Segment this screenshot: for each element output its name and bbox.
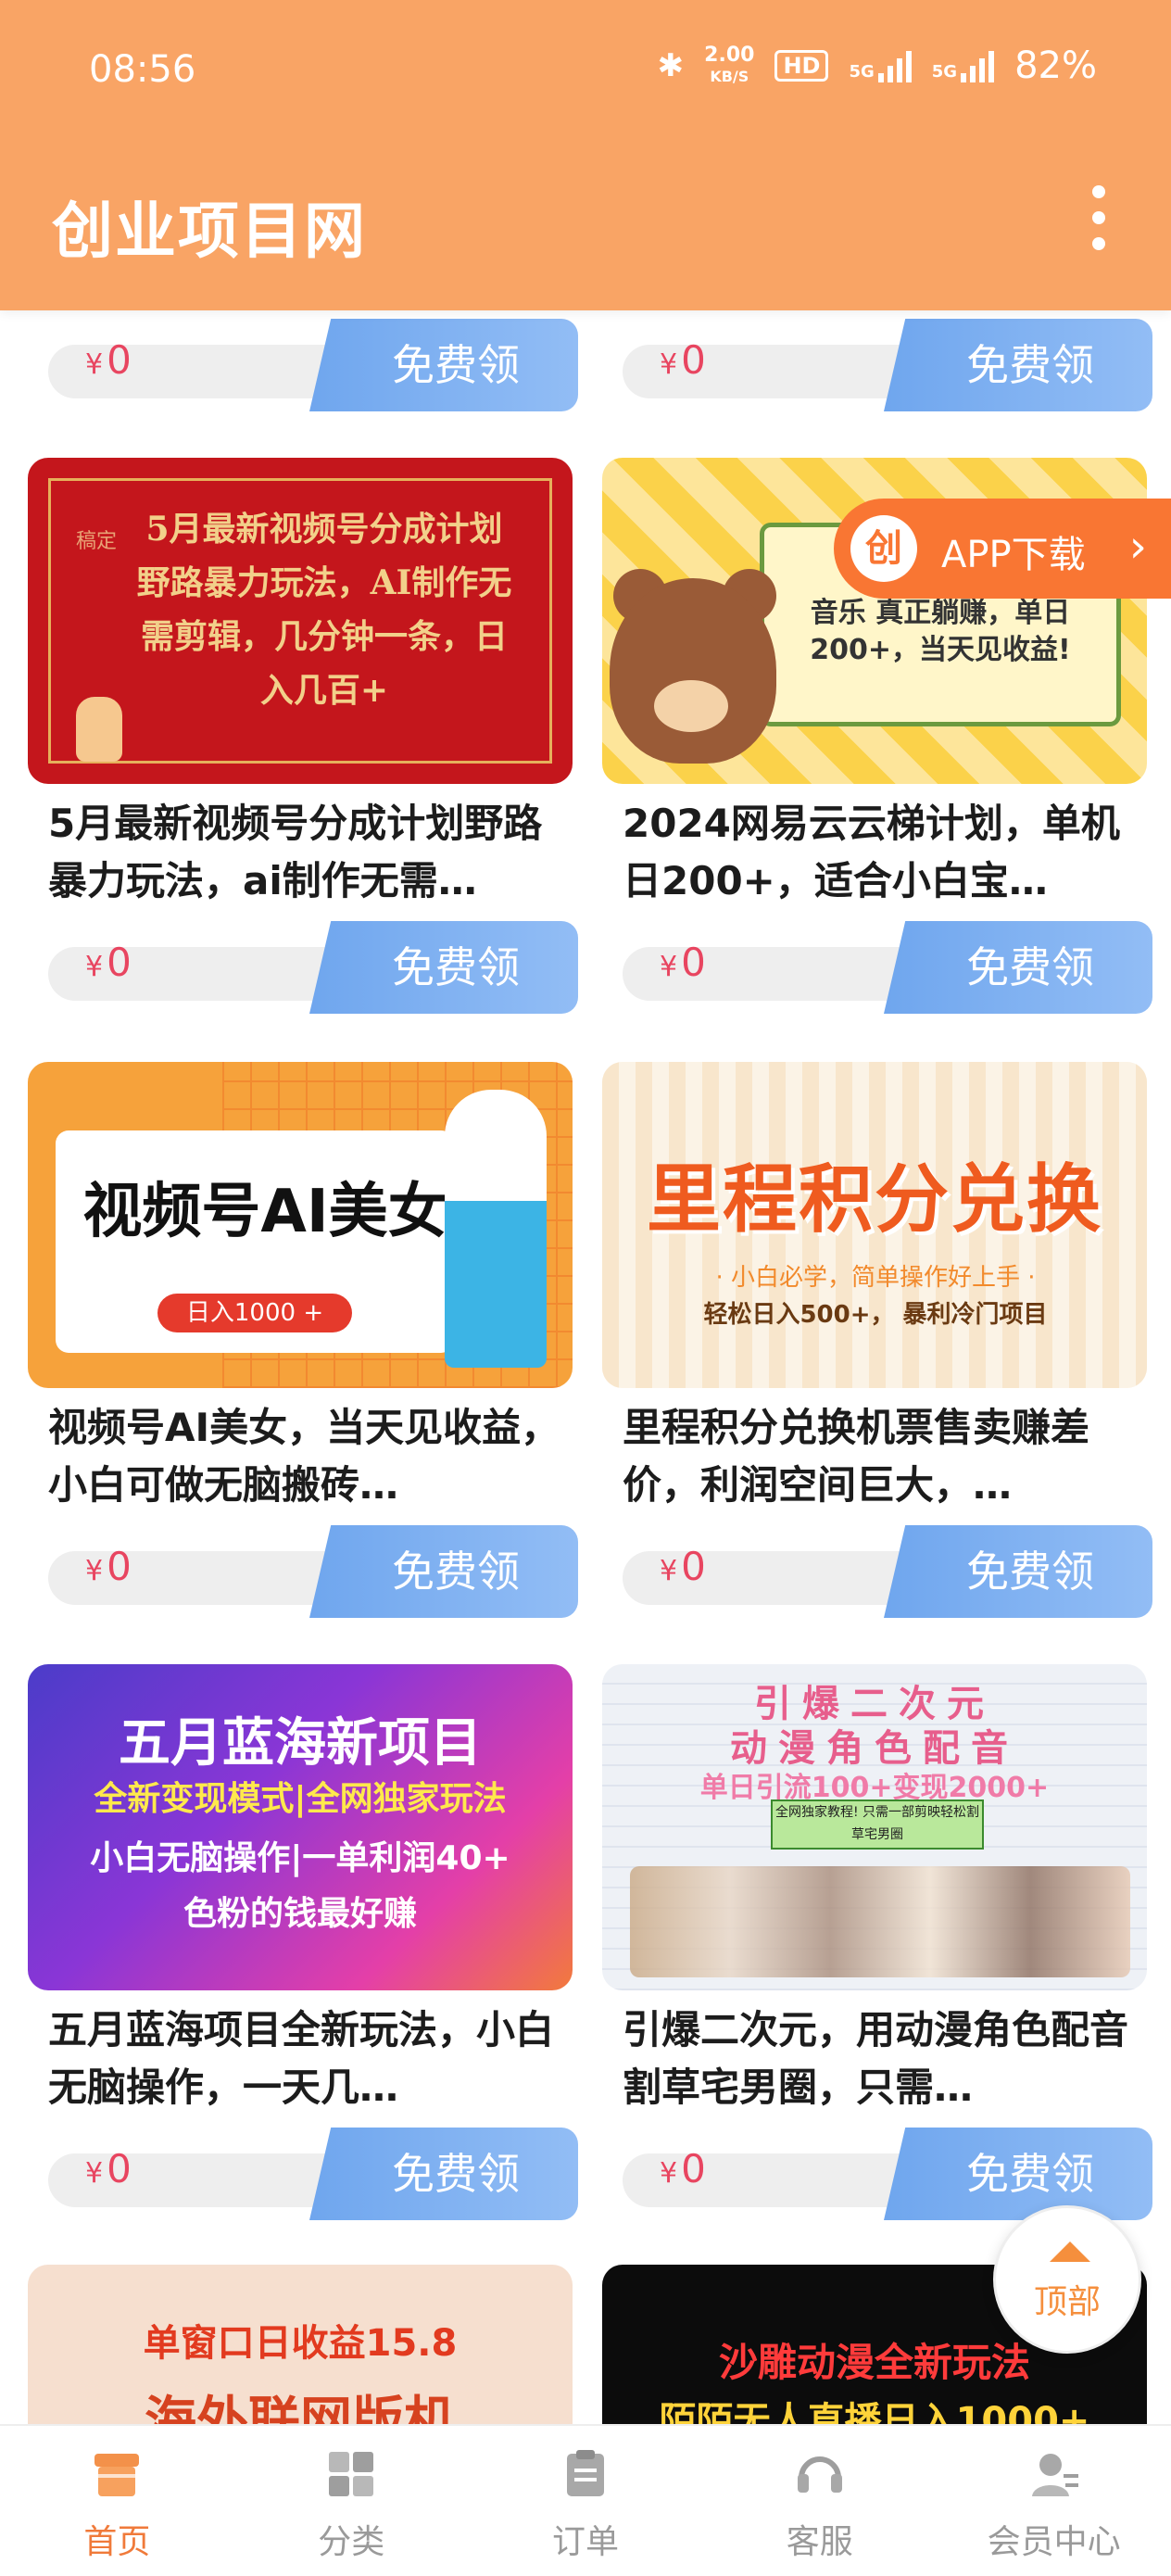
price-label: ¥0: [660, 1544, 706, 1589]
net-speed: 2.00 KB/S: [704, 43, 755, 85]
project-title[interactable]: 引爆二次元，用动漫角色配音割草宅男圈，只需…: [623, 2001, 1141, 2116]
project-card[interactable]: 稿定 5月最新视频号分成计划野路暴力玩法，AI制作无需剪辑，几分钟一条，日入几百…: [28, 458, 578, 1014]
free-claim-button[interactable]: 免费领: [884, 1525, 1152, 1618]
free-claim-button[interactable]: 免费领: [309, 2128, 578, 2220]
anime-characters-illustration: [630, 1866, 1130, 1977]
project-thumbnail[interactable]: 稿定 5月最新视频号分成计划野路暴力玩法，AI制作无需剪辑，几分钟一条，日入几百…: [28, 458, 573, 784]
project-thumbnail[interactable]: 五月蓝海新项目 全新变现模式|全网独家玩法 小白无脑操作|一单利润40+ 色粉的…: [28, 1664, 573, 1990]
battery-level: 82%: [1014, 44, 1097, 87]
headset-icon: [797, 2456, 842, 2493]
app-download-button[interactable]: 创 APP下载 ›: [834, 499, 1171, 599]
free-claim-button[interactable]: 免费领: [309, 1525, 578, 1618]
nav-item-member[interactable]: 会员中心: [937, 2426, 1171, 2576]
signal-icon-1: 5G: [849, 49, 912, 82]
project-title[interactable]: 5月最新视频号分成计划野路暴力玩法，ai制作无需…: [48, 795, 567, 910]
price-label: ¥0: [660, 337, 706, 383]
price-label: ¥0: [85, 940, 132, 985]
nav-item-category[interactable]: 分类: [234, 2426, 469, 2576]
chevron-right-icon: ›: [1128, 521, 1147, 573]
nav-item-home[interactable]: 首页: [0, 2426, 234, 2576]
project-card[interactable]: 五月蓝海新项目 全新变现模式|全网独家玩法 小白无脑操作|一单利润40+ 色粉的…: [28, 1664, 578, 2220]
free-claim-button[interactable]: 免费领: [884, 319, 1152, 411]
order-clipboard-icon: [566, 2450, 604, 2496]
project-card[interactable]: 引爆二次元 动漫角色配音 单日引流100+变现2000+ 全网独家教程! 只需一…: [602, 1664, 1152, 2220]
price-row: ¥0 免费领: [48, 319, 578, 411]
traveler-illustration: [445, 1090, 547, 1368]
free-claim-button[interactable]: 免费领: [884, 921, 1152, 1014]
price-row: ¥0 免费领: [48, 921, 578, 1014]
signal-icon-2: 5G: [932, 49, 995, 82]
app-header: 08:56 ✱ 2.00 KB/S HD 5G 5G 82% 创业项目网: [0, 0, 1171, 310]
arrow-up-icon: [1050, 2241, 1090, 2262]
nav-item-service[interactable]: 客服: [702, 2426, 937, 2576]
price-label: ¥0: [660, 940, 706, 985]
category-grid-icon: [329, 2452, 374, 2496]
app-logo-icon: 创: [850, 515, 917, 582]
bear-illustration: [610, 578, 776, 764]
hd-icon: HD: [774, 50, 829, 82]
free-claim-button[interactable]: 免费领: [884, 2128, 1152, 2220]
back-to-top-button[interactable]: 顶部: [993, 2205, 1141, 2354]
free-claim-button[interactable]: 免费领: [309, 921, 578, 1014]
project-title[interactable]: 视频号AI美女，当天见收益，小白可做无脑搬砖…: [48, 1399, 567, 1514]
nav-item-orders[interactable]: 订单: [469, 2426, 703, 2576]
price-label: ¥0: [85, 1544, 132, 1589]
project-card[interactable]: 里程积分兑换 · 小白必学，简单操作好上手 · 轻松日入500+， 暴利冷门项目…: [602, 1062, 1152, 1618]
price-label: ¥0: [660, 2146, 706, 2191]
project-card[interactable]: 单窗口日收益15.8 海外联网版机: [28, 2265, 573, 2576]
project-thumbnail[interactable]: 视频号AI美女 日入1000 +: [28, 1062, 573, 1388]
project-title[interactable]: 里程积分兑换机票售卖赚差价，利润空间巨大，…: [623, 1399, 1141, 1514]
page-title: 创业项目网: [52, 196, 367, 267]
thumbs-up-icon: [76, 697, 122, 762]
project-card[interactable]: 视频号AI美女 日入1000 + 视频号AI美女，当天见收益，小白可做无脑搬砖……: [28, 1062, 578, 1618]
status-icons: ✱ 2.00 KB/S HD 5G 5G 82%: [658, 44, 1097, 87]
free-claim-button[interactable]: 免费领: [309, 319, 578, 411]
price-row: ¥0 免费领: [623, 319, 1152, 411]
price-label: ¥0: [85, 2146, 132, 2191]
project-thumbnail[interactable]: 里程积分兑换 · 小白必学，简单操作好上手 · 轻松日入500+， 暴利冷门项目: [602, 1062, 1147, 1388]
member-user-icon: [1031, 2454, 1078, 2496]
bottom-nav: 首页 分类 订单 客服 会员中心: [0, 2424, 1171, 2576]
price-row: ¥0 免费领: [48, 1525, 578, 1618]
bluetooth-icon: ✱: [657, 47, 685, 84]
more-menu-icon[interactable]: [1089, 185, 1108, 250]
price-row: ¥0 免费领: [623, 1525, 1152, 1618]
home-shop-icon: [94, 2454, 140, 2496]
price-label: ¥0: [85, 337, 132, 383]
project-title[interactable]: 五月蓝海项目全新玩法，小白无脑操作，一天几…: [48, 2001, 567, 2116]
price-row: ¥0 免费领: [623, 2128, 1152, 2220]
status-time: 08:56: [89, 48, 196, 91]
project-title[interactable]: 2024网易云云梯计划，单机日200+，适合小白宝…: [623, 795, 1141, 910]
project-thumbnail[interactable]: 引爆二次元 动漫角色配音 单日引流100+变现2000+ 全网独家教程! 只需一…: [602, 1664, 1147, 1990]
price-row: ¥0 免费领: [623, 921, 1152, 1014]
app-download-label: APP下载: [941, 534, 1086, 576]
price-row: ¥0 免费领: [48, 2128, 578, 2220]
